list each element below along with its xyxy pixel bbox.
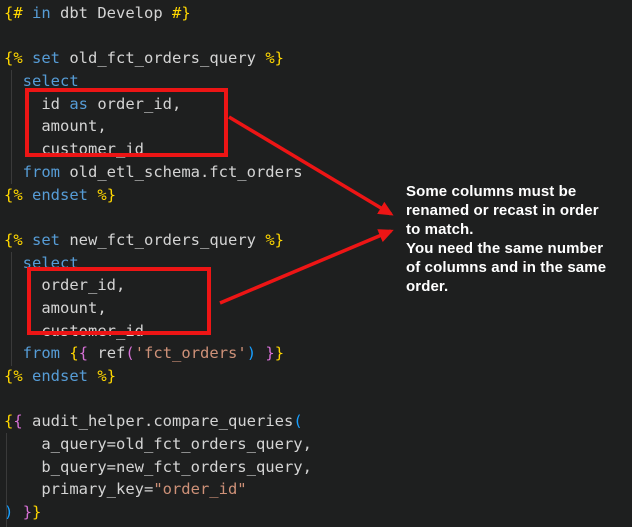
code-token: %} xyxy=(97,367,116,385)
code-line[interactable] xyxy=(4,388,624,411)
code-token xyxy=(88,186,97,204)
code-token: new_fct_orders_query xyxy=(60,231,265,249)
code-token: ( xyxy=(125,344,134,362)
code-token: { xyxy=(4,412,13,430)
code-token: %} xyxy=(265,49,284,67)
code-token xyxy=(60,344,69,362)
highlight-box-new-columns xyxy=(27,267,211,335)
code-token: b_query=new_fct_orders_query, xyxy=(4,458,312,476)
code-token: %} xyxy=(97,186,116,204)
code-token: set xyxy=(32,49,60,67)
code-line[interactable]: primary_key="order_id" xyxy=(4,478,624,501)
code-token xyxy=(23,186,32,204)
code-line[interactable]: from old_etl_schema.fct_orders xyxy=(4,161,624,184)
code-token xyxy=(4,344,23,362)
code-token: 'fct_orders' xyxy=(135,344,247,362)
code-token xyxy=(4,163,23,181)
code-token: a_query=old_fct_orders_query, xyxy=(4,435,312,453)
annotation-note-line: Some columns must be xyxy=(406,182,632,201)
code-token xyxy=(23,231,32,249)
code-token: } xyxy=(23,503,32,521)
code-token: audit_helper.compare_queries xyxy=(23,412,294,430)
code-token xyxy=(23,49,32,67)
code-token xyxy=(88,367,97,385)
code-token: } xyxy=(275,344,284,362)
code-token xyxy=(4,72,23,90)
annotation-note: Some columns must berenamed or recast in… xyxy=(406,182,632,296)
code-token: old_fct_orders_query xyxy=(60,49,265,67)
code-token: {% xyxy=(4,231,23,249)
code-token: dbt Develop xyxy=(51,4,172,22)
code-token xyxy=(13,503,22,521)
annotation-note-line: renamed or recast in order xyxy=(406,201,632,220)
code-token xyxy=(256,344,265,362)
code-line[interactable]: {% set old_fct_orders_query %} xyxy=(4,47,624,70)
code-token: set xyxy=(32,231,60,249)
code-token: {% xyxy=(4,186,23,204)
editor-screen: {# in dbt Develop #} {% set old_fct_order… xyxy=(0,0,632,527)
code-token: in xyxy=(32,4,51,22)
code-token: {% xyxy=(4,49,23,67)
code-token: ) xyxy=(4,503,13,521)
annotation-note-line: You need the same number xyxy=(406,239,632,258)
code-line[interactable]: from {{ ref('fct_orders') }} xyxy=(4,342,624,365)
code-token: from xyxy=(23,344,60,362)
annotation-note-line: to match. xyxy=(406,220,632,239)
code-line[interactable]: {# in dbt Develop #} xyxy=(4,2,624,25)
annotation-note-line: order. xyxy=(406,277,632,296)
highlight-box-old-columns xyxy=(25,88,228,157)
code-token: ref xyxy=(88,344,125,362)
code-token: { xyxy=(79,344,88,362)
code-token: } xyxy=(265,344,274,362)
code-token: #} xyxy=(172,4,191,22)
code-line[interactable] xyxy=(4,25,624,48)
code-token xyxy=(23,367,32,385)
code-token: ( xyxy=(293,412,302,430)
code-line[interactable]: {{ audit_helper.compare_queries( xyxy=(4,410,624,433)
code-token: ) xyxy=(247,344,256,362)
code-line[interactable]: a_query=old_fct_orders_query, xyxy=(4,433,624,456)
code-token: {% xyxy=(4,367,23,385)
code-line[interactable]: {% endset %} xyxy=(4,365,624,388)
code-token: %} xyxy=(265,231,284,249)
code-token: from xyxy=(23,163,60,181)
code-token: } xyxy=(32,503,41,521)
code-token: endset xyxy=(32,367,88,385)
code-token: endset xyxy=(32,186,88,204)
code-token: { xyxy=(13,412,22,430)
code-token: primary_key= xyxy=(4,480,153,498)
annotation-note-line: of columns and in the same xyxy=(406,258,632,277)
code-token: "order_id" xyxy=(153,480,246,498)
code-token xyxy=(23,4,32,22)
code-token: old_etl_schema.fct_orders xyxy=(60,163,303,181)
code-token xyxy=(4,254,23,272)
code-line[interactable]: b_query=new_fct_orders_query, xyxy=(4,456,624,479)
code-line[interactable]: ) }} xyxy=(4,501,624,524)
code-token: { xyxy=(69,344,78,362)
code-token: {# xyxy=(4,4,23,22)
